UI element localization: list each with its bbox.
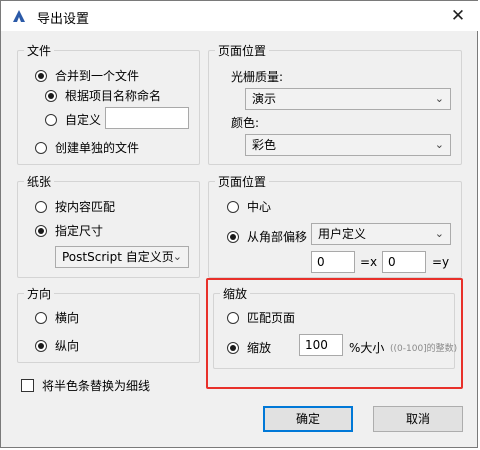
chevron-down-icon: ⌄ [434,227,444,240]
revit-app-icon [11,8,27,24]
color-select[interactable]: 彩色 ⌄ [245,134,451,156]
radio-indicator[interactable] [45,113,57,126]
separate-files-label: 创建单独的文件 [55,141,140,155]
specify-size-radio[interactable]: 指定尺寸 [35,222,103,239]
custom-name-input[interactable] [105,107,189,129]
radio-indicator[interactable] [35,69,47,82]
window-title: 导出设置 [37,12,90,27]
merge-one-file-radio[interactable]: 合并到一个文件 [35,67,139,84]
color-value: 彩色 [252,138,277,152]
specify-size-label: 指定尺寸 [55,224,104,238]
chevron-down-icon: ⌄ [172,247,182,267]
radio-indicator[interactable] [35,224,47,237]
name-by-project-label: 根据项目名称命名 [65,89,162,103]
radio-indicator[interactable] [35,311,47,324]
raster-quality-select[interactable]: 演示 ⌄ [245,88,451,110]
landscape-label: 横向 [55,311,80,325]
paper-size-value: PostScript 自定义页 [62,250,174,264]
radio-indicator[interactable] [35,200,47,213]
ok-button[interactable]: 确定 [263,406,353,432]
raster-quality-value: 演示 [252,92,277,106]
radio-indicator[interactable] [227,200,239,213]
offset-x-input[interactable]: 0 [311,251,355,273]
radio-indicator[interactable] [45,89,57,102]
page-position-group-label: 页面位置 [215,173,270,190]
offset-value: 用户定义 [318,227,367,241]
cancel-button[interactable]: 取消 [373,406,463,432]
offset-y-input[interactable]: 0 [382,251,426,273]
raster-quality-label: 光栅质量: [231,70,284,84]
export-settings-dialog: 导出设置 ✕ 文件 合并到一个文件 根据项目名称命名 自定义 创建单独的文件 页… [0,0,479,448]
zoom-highlight-box [206,278,463,389]
title-bar: 导出设置 ✕ [1,1,479,31]
radio-indicator[interactable] [35,339,47,352]
merge-one-file-label: 合并到一个文件 [55,69,140,83]
paper-group-label: 纸张 [24,173,55,190]
offset-from-corner-label: 从角部偏移 [247,230,308,244]
x-unit-label: =x [360,255,378,269]
custom-name-label: 自定义 [65,113,102,127]
halftone-label: 将半色条替换为细线 [42,379,151,393]
offset-select[interactable]: 用户定义 ⌄ [311,223,451,245]
paper-size-select[interactable]: PostScript 自定义页 ⌄ [55,246,189,268]
radio-indicator[interactable] [227,230,239,243]
close-icon[interactable]: ✕ [447,5,469,27]
center-radio[interactable]: 中心 [227,198,271,215]
color-label: 颜色: [231,116,260,130]
custom-name-radio[interactable]: 自定义 [45,111,101,128]
separate-files-radio[interactable]: 创建单独的文件 [35,139,139,156]
center-label: 中心 [247,200,272,214]
file-group-label: 文件 [24,42,55,59]
name-by-project-radio[interactable]: 根据项目名称命名 [45,87,161,104]
chevron-down-icon: ⌄ [434,138,444,151]
fit-to-content-radio[interactable]: 按内容匹配 [35,198,115,215]
direction-group-label: 方向 [24,285,55,302]
portrait-radio[interactable]: 纵向 [35,337,79,354]
raster-color-group-label: 页面位置 [215,42,270,59]
landscape-radio[interactable]: 横向 [35,309,79,326]
fit-to-content-label: 按内容匹配 [55,200,116,214]
chevron-down-icon: ⌄ [434,92,444,105]
checkbox-indicator[interactable] [21,379,34,392]
halftone-checkbox[interactable]: 将半色条替换为细线 [21,377,150,394]
y-unit-label: =y [432,255,450,269]
portrait-label: 纵向 [55,339,80,353]
radio-indicator[interactable] [35,141,47,154]
offset-from-corner-radio[interactable]: 从角部偏移 [227,228,307,245]
